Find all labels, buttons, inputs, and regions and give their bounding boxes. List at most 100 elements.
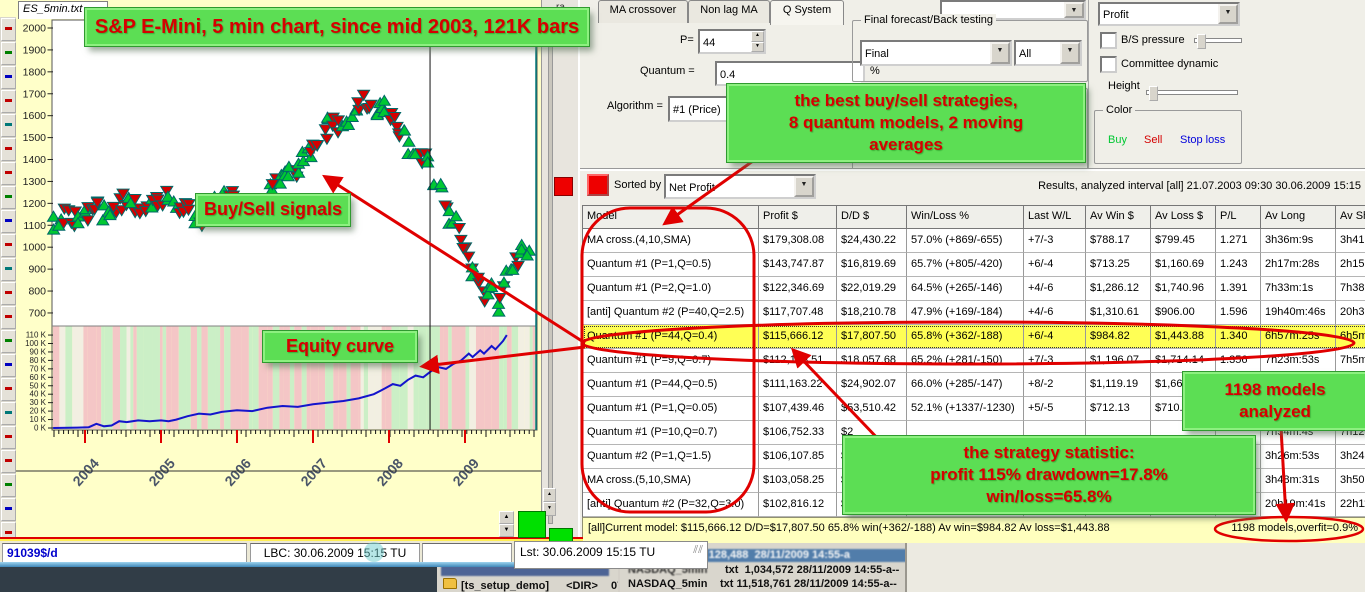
table-cell: $111,163.22 [759, 373, 837, 397]
folder-icon [443, 578, 457, 589]
column-header[interactable]: Last W/L [1024, 206, 1086, 229]
stop-loss-color-label[interactable]: Stop loss [1180, 134, 1225, 146]
table-cell: Quantum #1 (P=1,Q=0.5) [583, 253, 759, 277]
bs-pressure-checkbox[interactable] [1100, 32, 1117, 49]
chevron-down-icon[interactable]: ▼ [1064, 2, 1084, 18]
metric-value[interactable]: Profit [1100, 7, 1218, 21]
table-cell: 3h26m:53s [1261, 445, 1336, 469]
spin-up-icon[interactable]: ▲ [751, 31, 764, 42]
table-row[interactable]: Quantum #1 (P=9,Q=0.7)$112,193.51$18,057… [583, 349, 1365, 373]
column-header[interactable]: Model [583, 206, 759, 229]
left-toolbar-button[interactable] [1, 306, 16, 329]
tab-non-lag-ma[interactable]: Non lag MA [688, 0, 770, 23]
table-row[interactable]: Quantum #1 (P=2,Q=1.0)$122,346.69$22,019… [583, 277, 1365, 301]
left-toolbar-button[interactable] [1, 282, 16, 305]
column-header[interactable]: Av Sh [1336, 206, 1365, 229]
toolbar-glyph-icon [5, 27, 12, 30]
column-header[interactable]: Av Loss $ [1151, 206, 1216, 229]
file-row[interactable]: txt 11,518,761 28/11/2009 14:55-a-- [720, 578, 897, 590]
file-panel-right: txt 128,488 28/11/2009 14:55-a NASDAQ_5m… [620, 543, 1365, 592]
file-row[interactable]: txt 1,034,572 28/11/2009 14:55-a-- [725, 564, 899, 576]
table-cell: $179,308.08 [759, 229, 837, 253]
table-cell: $112,193.51 [759, 349, 837, 373]
red-square-button[interactable] [587, 174, 609, 196]
column-header[interactable]: Av Win $ [1086, 206, 1151, 229]
column-header[interactable]: Profit $ [759, 206, 837, 229]
forecast-scope-value[interactable]: All [1016, 46, 1060, 60]
metric-combo[interactable]: Profit ▼ [1098, 2, 1240, 26]
tab-q-system[interactable]: Q System [770, 0, 844, 25]
left-toolbar-button[interactable] [1, 42, 16, 65]
table-row[interactable]: Quantum #1 (P=44,Q=0.4)$115,666.12$17,80… [583, 325, 1365, 349]
left-toolbar-button[interactable] [1, 258, 16, 281]
svg-text:800: 800 [28, 286, 46, 298]
column-header[interactable]: D/D $ [837, 206, 907, 229]
left-toolbar-button[interactable] [1, 450, 16, 473]
left-toolbar-button[interactable] [1, 426, 16, 449]
up-icon[interactable]: ▲ [543, 488, 556, 502]
folder-name[interactable]: [ts_setup_demo] [461, 580, 549, 592]
chevron-down-icon[interactable]: ▼ [990, 42, 1010, 64]
chart-scroll-spinner[interactable]: ▲ ▼ [499, 511, 514, 537]
height-slider[interactable] [1146, 90, 1238, 95]
chevron-down-icon[interactable]: ▼ [1218, 4, 1238, 24]
scroll-up-icon[interactable]: ▲ [499, 511, 514, 524]
left-toolbar-button[interactable] [1, 378, 16, 401]
p-value[interactable]: 44 [700, 35, 751, 49]
committee-checkbox[interactable] [1100, 56, 1117, 73]
column-header[interactable]: Win/Loss % [907, 206, 1024, 229]
tab-ma-crossover[interactable]: MA crossover [598, 0, 688, 23]
forecast-mode-value[interactable]: Final [862, 46, 990, 60]
column-header[interactable]: Av Long [1261, 206, 1336, 229]
spin-down-icon[interactable]: ▼ [751, 42, 764, 53]
forecast-mode-combo[interactable]: Final ▼ [860, 40, 1012, 66]
chevron-down-icon[interactable]: ▼ [794, 176, 814, 197]
table-cell: $143,747.87 [759, 253, 837, 277]
left-toolbar-button[interactable] [1, 90, 16, 113]
scrollbar-track[interactable] [548, 22, 553, 524]
table-cell: Quantum #1 (P=9,Q=0.7) [583, 349, 759, 373]
left-toolbar-button[interactable] [1, 210, 16, 233]
left-toolbar-button[interactable] [1, 186, 16, 209]
p-spinner[interactable]: 44 ▲▼ [698, 29, 766, 54]
left-toolbar-button[interactable] [1, 114, 16, 137]
bs-pressure-slider[interactable] [1194, 38, 1242, 43]
quantum-value[interactable]: 0.4 [717, 67, 863, 81]
table-row[interactable]: Quantum #1 (P=1,Q=0.5)$143,747.87$16,819… [583, 253, 1365, 277]
left-toolbar-button[interactable] [1, 234, 16, 257]
left-toolbar-button[interactable] [1, 162, 16, 185]
buy-color-label[interactable]: Buy [1108, 134, 1127, 146]
table-cell: $1,714.14 [1151, 349, 1216, 373]
resize-grip-icon[interactable]: ⫽⫽ [693, 544, 703, 557]
sorted-by-combo[interactable]: Net Profit ▼ [664, 174, 816, 199]
scroll-down-icon[interactable]: ▼ [499, 524, 514, 537]
left-toolbar-button[interactable] [1, 18, 16, 41]
table-row[interactable]: [anti] Quantum #2 (P=40,Q=2.5)$117,707.4… [583, 301, 1365, 325]
table-cell: 52.1% (+1337/-1230) [907, 397, 1024, 421]
left-toolbar-button[interactable] [1, 498, 16, 521]
left-toolbar-button[interactable] [1, 330, 16, 353]
slider-thumb[interactable] [1149, 86, 1158, 101]
forecast-scope-combo[interactable]: All ▼ [1014, 40, 1082, 66]
sell-color-label[interactable]: Sell [1144, 134, 1162, 146]
left-toolbar-button[interactable] [1, 138, 16, 161]
sorted-by-value[interactable]: Net Profit [666, 180, 794, 194]
svg-text:1800: 1800 [23, 66, 47, 78]
chevron-down-icon[interactable]: ▼ [1060, 42, 1080, 64]
table-cell: $906.00 [1151, 301, 1216, 325]
table-cell: 2h15m [1336, 253, 1365, 277]
file-name[interactable]: NASDAQ_5min [628, 578, 707, 590]
background-area [0, 566, 437, 592]
quantum-input[interactable]: 0.4 [715, 61, 865, 86]
folder-row[interactable]: [ts_setup_demo] <DIR> 07/04/2010 16:07--… [443, 578, 618, 592]
column-header[interactable]: P/L [1216, 206, 1261, 229]
left-toolbar-button[interactable] [1, 474, 16, 497]
slider-thumb[interactable] [1197, 34, 1206, 49]
lst-status-panel: Lst: 30.06.2009 15:15 TU ⫽⫽ [514, 541, 708, 569]
left-toolbar-button[interactable] [1, 402, 16, 425]
table-row[interactable]: MA cross.(4,10,SMA)$179,308.08$24,430.22… [583, 229, 1365, 253]
table-cell: MA cross.(4,10,SMA) [583, 229, 759, 253]
left-toolbar-button[interactable] [1, 354, 16, 377]
left-toolbar-button[interactable] [1, 66, 16, 89]
table-cell: 1.356 [1216, 349, 1261, 373]
